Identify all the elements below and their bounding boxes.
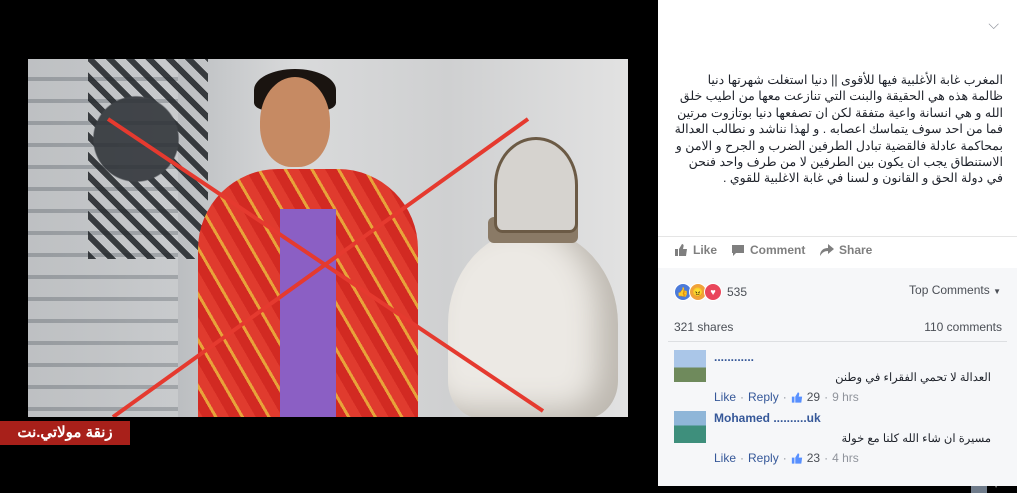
share-label: Share [839, 243, 873, 257]
divider [668, 341, 1007, 342]
comment-like-count[interactable]: 29 [807, 390, 820, 404]
like-icon [791, 452, 802, 464]
separator: · [740, 451, 745, 465]
comment-label: Comment [750, 243, 806, 257]
comment-meta: Like · Reply · 29 · 9 hrs [714, 390, 859, 404]
comment-author[interactable]: Mohamed ..........uk [714, 411, 821, 425]
separator: · [782, 451, 787, 465]
separator: · [782, 390, 787, 404]
comment-time[interactable]: 4 hrs [832, 451, 859, 465]
comment-like-count[interactable]: 23 [807, 451, 820, 465]
separator: · [740, 390, 745, 404]
avatar[interactable] [674, 350, 706, 382]
comment-text: العدالة لا تحمي الفقراء في وطنن [835, 372, 991, 384]
comment-time[interactable]: 9 hrs [832, 390, 859, 404]
shares-count[interactable]: 321 shares [674, 320, 733, 334]
comment-meta: Like · Reply · 23 · 4 hrs [714, 451, 859, 465]
chevron-down-icon[interactable]: ⌵ [988, 16, 999, 33]
reaction-love-icon: ♥ [704, 283, 722, 301]
site-watermark: زنقة مولاتي.نت [0, 421, 130, 445]
comment-like-link[interactable]: Like [714, 390, 736, 404]
reactions-summary[interactable]: 👍 😠 ♥ 535 [674, 283, 747, 301]
top-comments-dropdown[interactable]: Top Comments ▼ [909, 283, 1001, 297]
caret-down-icon: ▼ [993, 287, 1001, 296]
comment-button[interactable]: Comment [731, 243, 805, 257]
comment-like-link[interactable]: Like [714, 451, 736, 465]
top-comments-label: Top Comments [909, 283, 990, 297]
comment-icon [732, 245, 744, 256]
comment-reply-link[interactable]: Reply [748, 390, 779, 404]
share-icon [820, 244, 834, 256]
photo-viewer: زنقة مولاتي.نت [0, 0, 658, 486]
like-button[interactable]: Like [674, 243, 717, 257]
like-label: Like [693, 243, 718, 257]
comment-reply-link[interactable]: Reply [748, 451, 779, 465]
post-sidebar: ⌵ المغرب غابة الأغلبية فيها للأقوى || دن… [658, 0, 1017, 493]
post-photo[interactable] [28, 59, 628, 417]
comment-text: مسيرة ان شاء الله كلنا مع خولة [841, 433, 991, 445]
separator: · [824, 451, 829, 465]
like-icon [791, 391, 802, 403]
comment-item: Mohamed ..........uk مسيرة ان شاء الله ك… [674, 411, 1005, 471]
post-text: المغرب غابة الأغلبية فيها للأقوى || دنيا… [674, 73, 1003, 186]
like-icon [675, 244, 687, 256]
comments-count[interactable]: 110 comments [924, 320, 1002, 334]
separator: · [824, 390, 829, 404]
comment-item: ............ العدالة لا تحمي الفقراء في … [674, 350, 1005, 410]
post-action-bar: Like Comment Share ▼ [658, 236, 1017, 493]
red-cross-mark [106, 117, 545, 417]
share-button[interactable]: Share [820, 243, 872, 257]
comment-author[interactable]: ............ [714, 350, 754, 364]
avatar[interactable] [674, 411, 706, 443]
reaction-count: 535 [727, 285, 748, 299]
